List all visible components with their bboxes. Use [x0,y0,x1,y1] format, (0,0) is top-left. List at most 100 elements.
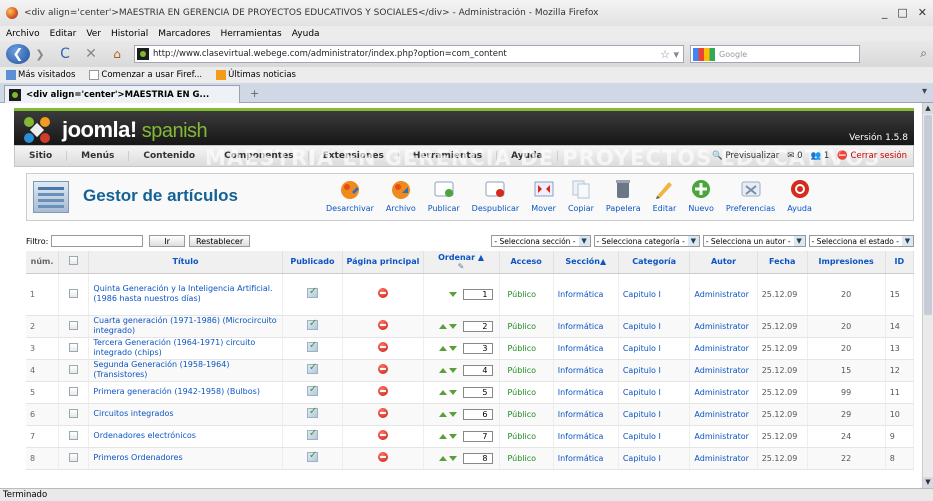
category-link[interactable]: Capitulo I [618,337,691,360]
access-link[interactable]: Público [499,315,554,338]
published-check-icon[interactable] [306,286,318,298]
trash-button[interactable]: Papelera [600,178,647,213]
publish-button[interactable]: Publicar [422,178,466,213]
access-link[interactable]: Público [499,425,554,448]
bookmark-most-visited[interactable]: Más visitados [6,70,75,80]
menu-menus[interactable]: Menús [67,151,130,161]
col-hits[interactable]: Impresiones [807,251,886,274]
section-select[interactable]: - Selecciona sección - ▼ [491,235,591,247]
not-frontpage-icon[interactable] [377,408,388,418]
reload-icon[interactable]: C [56,46,74,62]
article-title-link[interactable]: Cuarta generación (1971-1986) (Microcirc… [88,315,283,338]
browser-tab-active[interactable]: <div align='center'>MAESTRIA EN G... [4,85,240,103]
not-frontpage-icon[interactable] [377,320,388,330]
access-link[interactable]: Público [499,403,554,426]
access-link[interactable]: Público [499,273,554,316]
close-button[interactable]: ✕ [918,6,927,19]
access-link[interactable]: Público [499,337,554,360]
move-up-icon[interactable] [438,323,447,329]
author-link[interactable]: Administrator [689,315,758,338]
stop-icon[interactable]: ✕ [82,46,100,62]
col-section[interactable]: Sección▲ [553,251,619,274]
article-title-link[interactable]: Circuitos integrados [88,403,283,426]
bookmark-getting-started[interactable]: Comenzar a usar Firef... [89,70,202,80]
menu-herramientas[interactable]: Herramientas [220,29,281,39]
col-date[interactable]: Fecha [757,251,808,274]
row-checkbox[interactable] [69,342,79,352]
not-frontpage-icon[interactable] [377,288,388,298]
row-checkbox[interactable] [69,452,79,462]
published-check-icon[interactable] [306,362,318,374]
new-tab-icon[interactable]: + [250,87,259,100]
author-link[interactable]: Administrator [689,403,758,426]
menu-extensiones[interactable]: Extensiones [309,151,399,161]
move-up-icon[interactable] [438,411,447,417]
article-title-link[interactable]: Segunda Generación (1958-1964) (Transist… [88,359,283,382]
unpublish-button[interactable]: Despublicar [466,178,526,213]
state-select[interactable]: - Selecciona el estado - ▼ [808,235,914,247]
article-title-link[interactable]: Primera generación (1942-1958) (Bulbos) [88,381,283,404]
preferences-button[interactable]: Preferencias [720,178,781,213]
category-link[interactable]: Capitulo I [618,273,691,316]
author-link[interactable]: Administrator [689,425,758,448]
section-link[interactable]: Informática [553,273,619,316]
not-frontpage-icon[interactable] [377,342,388,352]
scroll-thumb[interactable] [924,115,932,315]
order-input[interactable]: 3 [462,342,493,354]
order-input[interactable]: 6 [462,408,493,420]
col-published[interactable]: Publicado [282,251,344,274]
edit-button[interactable]: Editar [647,178,683,213]
access-link[interactable]: Público [499,381,554,404]
menu-ver[interactable]: Ver [86,29,101,39]
save-order-icon[interactable]: ✎ [458,262,465,271]
col-access[interactable]: Acceso [499,251,554,274]
menu-contenido[interactable]: Contenido [129,151,211,161]
access-link[interactable]: Público [499,359,554,382]
row-checkbox[interactable] [69,408,79,418]
scroll-up-icon[interactable]: ▲ [923,103,933,114]
menu-editar[interactable]: Editar [50,29,77,39]
select-all-checkbox[interactable] [69,256,79,266]
preview-link[interactable]: 🔍 Previsualizar [712,151,779,161]
row-checkbox[interactable] [69,364,79,374]
not-frontpage-icon[interactable] [377,430,388,440]
filter-reset-button[interactable]: Restablecer [188,235,251,247]
menu-marcadores[interactable]: Marcadores [158,29,210,39]
section-link[interactable]: Informática [553,337,619,360]
author-link[interactable]: Administrator [689,337,758,360]
bookmark-latest-news[interactable]: Últimas noticias [216,70,296,80]
row-checkbox[interactable] [69,386,79,396]
article-title-link[interactable]: Tercera Generación (1964-1971) circuito … [88,337,283,360]
category-link[interactable]: Capitulo I [618,315,691,338]
section-link[interactable]: Informática [553,381,619,404]
col-author[interactable]: Autor [689,251,758,274]
section-link[interactable]: Informática [553,403,619,426]
move-down-icon[interactable] [448,411,457,417]
move-down-icon[interactable] [448,345,457,351]
section-link[interactable]: Informática [553,425,619,448]
menu-ayuda[interactable]: Ayuda [497,151,558,161]
help-button[interactable]: Ayuda [781,178,818,213]
archive-button[interactable]: Archivo [380,178,422,213]
category-select[interactable]: - Selecciona categoría - ▼ [593,235,700,247]
move-down-icon[interactable] [448,323,457,329]
published-check-icon[interactable] [306,384,318,396]
category-link[interactable]: Capitulo I [618,359,691,382]
move-up-icon[interactable] [438,433,447,439]
published-check-icon[interactable] [306,428,318,440]
move-down-icon[interactable] [448,291,457,297]
menu-archivo[interactable]: Archivo [6,29,40,39]
new-button[interactable]: Nuevo [682,178,720,213]
order-input[interactable]: 7 [462,430,493,442]
section-link[interactable]: Informática [553,447,619,470]
filter-go-button[interactable]: Ir [149,235,185,247]
move-up-icon[interactable] [438,455,447,461]
order-input[interactable]: 8 [462,452,493,464]
maximize-button[interactable]: □ [897,6,907,19]
author-link[interactable]: Administrator [689,447,758,470]
move-up-icon[interactable] [438,345,447,351]
published-check-icon[interactable] [306,340,318,352]
minimize-button[interactable]: _ [882,6,888,19]
article-title-link[interactable]: Quinta Generación y la Inteligencia Arti… [88,273,283,316]
author-link[interactable]: Administrator [689,359,758,382]
